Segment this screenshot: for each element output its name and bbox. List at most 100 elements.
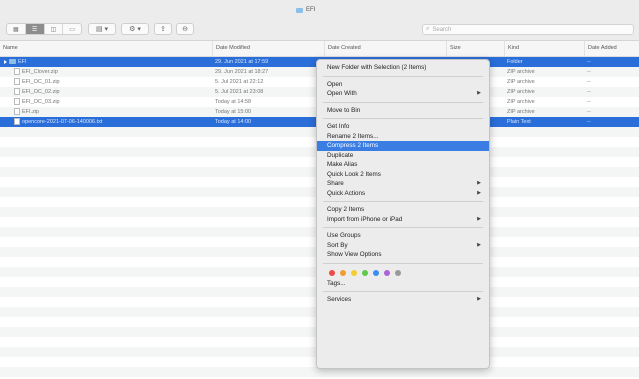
file-added-cell: -- <box>587 119 591 125</box>
search-placeholder: Search <box>432 26 452 33</box>
menu-share[interactable]: Share ▶ <box>317 179 489 189</box>
menu-get-info[interactable]: Get Info <box>317 122 489 132</box>
file-kind-cell: ZIP archive <box>507 99 535 105</box>
submenu-arrow-icon: ▶ <box>477 90 481 96</box>
menu-quick-actions-label: Quick Actions <box>327 189 366 197</box>
icon-view-icon[interactable]: ▦ <box>7 24 26 34</box>
share-icon: ⇪ <box>160 26 166 33</box>
finder-toolbar: EFI ▦ ☰ ◫ ▭ ▤ ▾ ⚙ ▾ ⇪ ⊖ ⌕ Search <box>0 0 639 41</box>
menu-compress[interactable]: Compress 2 Items <box>317 141 489 151</box>
menu-quick-look[interactable]: Quick Look 2 Items <box>317 170 489 180</box>
menu-make-alias[interactable]: Make Alias <box>317 160 489 170</box>
menu-services-label: Services <box>327 296 352 303</box>
column-kind[interactable]: Kind <box>504 41 584 56</box>
tag-color-dot[interactable] <box>340 269 346 276</box>
file-kind-cell: Folder <box>507 59 523 65</box>
file-icon <box>14 108 20 116</box>
search-icon: ⌕ <box>426 26 430 32</box>
file-icon <box>14 98 20 106</box>
menu-show-view-options[interactable]: Show View Options <box>317 250 489 260</box>
menu-open[interactable]: Open <box>317 80 489 90</box>
column-date-modified[interactable]: Date Modified <box>212 41 324 56</box>
folder-icon <box>9 59 16 65</box>
file-modified-cell: 5. Jul 2021 at 22:12 <box>215 79 264 85</box>
file-name-cell: EFI_Clover.zip <box>14 67 209 77</box>
menu-import-from-iphone[interactable]: Import from iPhone or iPad ▶ <box>317 215 489 225</box>
menu-sort-by[interactable]: Sort By ▶ <box>317 241 489 251</box>
menu-use-groups[interactable]: Use Groups <box>317 231 489 241</box>
file-name-cell: EFI_OC_02.zip <box>14 87 209 97</box>
submenu-arrow-icon: ▶ <box>477 180 481 186</box>
file-icon <box>14 118 20 126</box>
share-button[interactable]: ⇪ <box>154 23 172 35</box>
menu-separator <box>323 75 483 77</box>
file-name-cell: EFI_OC_01.zip <box>14 77 209 87</box>
file-added-cell: -- <box>587 69 591 75</box>
file-added-cell: -- <box>587 99 591 105</box>
column-date-added[interactable]: Date Added <box>584 41 639 56</box>
menu-separator <box>323 201 483 202</box>
file-kind-cell: Plain Text <box>507 119 531 125</box>
file-icon <box>14 78 20 86</box>
context-menu: New Folder with Selection (2 Items) Open… <box>316 59 490 369</box>
menu-rename[interactable]: Rename 2 Items... <box>317 132 489 142</box>
menu-separator <box>323 291 483 292</box>
tag-color-dot[interactable] <box>373 269 379 276</box>
file-modified-cell: 5. Jul 2021 at 23:08 <box>215 89 264 95</box>
tag-color-dot[interactable] <box>362 269 368 276</box>
tag-icon: ⊖ <box>182 26 188 33</box>
gallery-view-icon[interactable]: ▭ <box>63 24 81 34</box>
submenu-arrow-icon: ▶ <box>477 296 481 302</box>
tag-color-dot[interactable] <box>384 269 390 276</box>
menu-quick-actions[interactable]: Quick Actions ▶ <box>317 189 489 199</box>
tag-color-dot[interactable] <box>351 269 357 276</box>
menu-separator <box>323 118 483 119</box>
view-mode-segmented[interactable]: ▦ ☰ ◫ ▭ <box>6 23 82 35</box>
file-added-cell: -- <box>587 59 591 65</box>
file-kind-cell: ZIP archive <box>507 69 535 75</box>
group-icon: ▤ ▾ <box>95 26 109 33</box>
menu-services[interactable]: Services ▶ <box>317 295 489 305</box>
window-title-text: EFI <box>306 7 316 13</box>
submenu-arrow-icon: ▶ <box>477 241 481 248</box>
file-modified-cell: Today at 15:00 <box>215 109 252 115</box>
menu-tags[interactable]: Tags... <box>317 279 489 289</box>
group-button[interactable]: ▤ ▾ <box>88 23 116 35</box>
file-name-cell: EFI_OC_03.zip <box>14 97 209 107</box>
menu-duplicate[interactable]: Duplicate <box>317 151 489 161</box>
file-name: EFI.zip <box>22 109 40 115</box>
menu-copy[interactable]: Copy 2 Items <box>317 205 489 215</box>
list-view-icon[interactable]: ☰ <box>25 24 45 34</box>
disclosure-triangle-icon[interactable] <box>4 59 7 64</box>
menu-separator <box>323 101 483 103</box>
file-icon <box>14 88 20 96</box>
file-modified-cell: Today at 14:00 <box>215 119 252 125</box>
file-name-cell: EFI.zip <box>14 107 209 117</box>
menu-sort-by-label: Sort By <box>327 241 348 249</box>
file-modified-cell: Today at 14:58 <box>215 99 252 105</box>
menu-move-to-bin[interactable]: Move to Bin <box>317 106 489 116</box>
tags-button[interactable]: ⊖ <box>176 23 194 35</box>
file-added-cell: -- <box>587 89 591 95</box>
file-name: EFI_OC_01.zip <box>22 79 60 85</box>
menu-new-folder-with-selection[interactable]: New Folder with Selection (2 Items) <box>317 63 489 73</box>
file-name: EFI_Clover.zip <box>22 69 58 75</box>
column-view-icon[interactable]: ◫ <box>45 24 64 34</box>
tag-color-dot[interactable] <box>329 269 335 276</box>
menu-separator <box>323 227 483 228</box>
menu-open-with-label: Open With <box>327 90 357 97</box>
search-field[interactable]: ⌕ Search <box>422 24 634 35</box>
file-name: EFI_OC_03.zip <box>22 99 60 105</box>
column-date-created[interactable]: Date Created <box>324 41 446 56</box>
action-button[interactable]: ⚙ ▾ <box>121 23 149 35</box>
folder-icon <box>296 7 303 13</box>
column-size[interactable]: Size <box>446 41 504 56</box>
file-name: EFI_OC_02.zip <box>22 89 60 95</box>
file-kind-cell: ZIP archive <box>507 89 535 95</box>
tag-color-dot[interactable] <box>395 269 401 276</box>
file-name: EFI <box>18 59 27 65</box>
menu-open-with[interactable]: Open With ▶ <box>317 89 489 99</box>
file-modified-cell: 29. Jun 2021 at 17:59 <box>215 59 269 65</box>
file-name-cell: opencore-2021-07-06-140006.txt <box>14 117 209 127</box>
column-name[interactable]: Name <box>0 41 212 56</box>
